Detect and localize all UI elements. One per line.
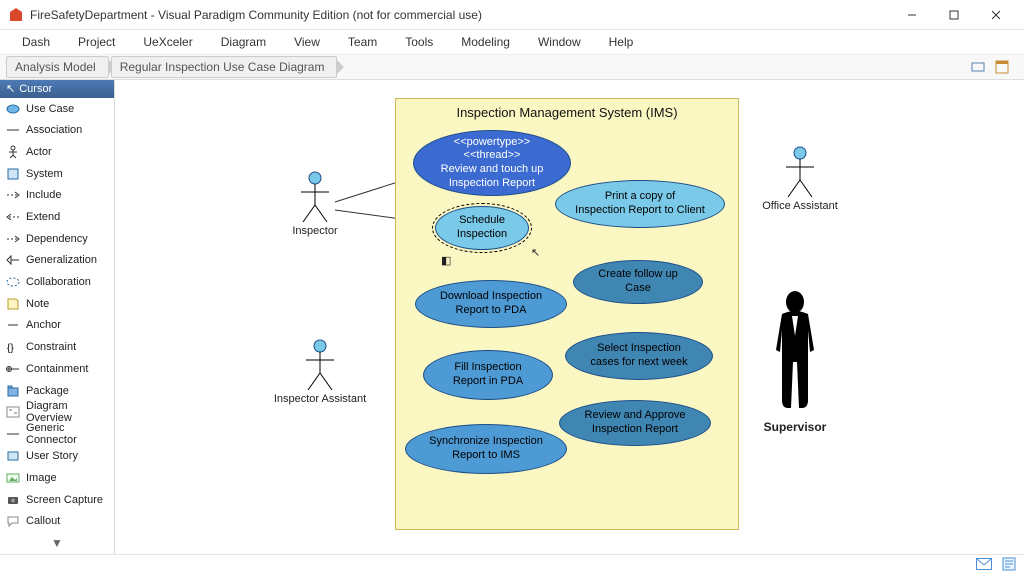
usecase-fill[interactable]: Fill Inspection Report in PDA: [423, 350, 553, 400]
menu-tools[interactable]: Tools: [391, 32, 447, 52]
svg-text:{}: {}: [7, 343, 14, 354]
usecase-sync[interactable]: Synchronize Inspection Report to IMS: [405, 424, 567, 474]
tool-palette: ↖Cursor Use Case Association Actor Syste…: [0, 80, 115, 554]
menu-team[interactable]: Team: [334, 32, 391, 52]
palette-image[interactable]: Image: [0, 467, 114, 489]
breadcrumb-item[interactable]: Analysis Model: [6, 56, 109, 78]
usecase-review-approve[interactable]: Review and Approve Inspection Report: [559, 400, 711, 446]
palette-generic-connector[interactable]: Generic Connector: [0, 423, 114, 445]
palette-system[interactable]: System: [0, 163, 114, 185]
breadcrumb-item[interactable]: Regular Inspection Use Case Diagram: [111, 56, 338, 78]
palette-containment[interactable]: Containment: [0, 358, 114, 380]
breadcrumb: Analysis Model Regular Inspection Use Ca…: [0, 54, 1024, 80]
menu-dash[interactable]: Dash: [8, 32, 64, 52]
menu-bar: Dash Project UeXceler Diagram View Team …: [0, 30, 1024, 54]
title-bar: FireSafetyDepartment - Visual Paradigm C…: [0, 0, 1024, 30]
usecase-create-followup[interactable]: Create follow up Case: [573, 260, 703, 304]
status-bar: [0, 554, 1024, 576]
actor-label: Supervisor: [755, 420, 835, 434]
note-icon[interactable]: [1002, 557, 1016, 574]
usecase-print-copy[interactable]: Print a copy of Inspection Report to Cli…: [555, 180, 725, 228]
palette-header[interactable]: ↖Cursor: [0, 80, 114, 98]
resource-handle-icon[interactable]: ◧: [441, 254, 451, 267]
actor-label: Inspector Assistant: [270, 393, 370, 405]
actor-inspector[interactable]: Inspector: [285, 170, 345, 237]
palette-anchor[interactable]: Anchor: [0, 315, 114, 337]
app-icon: [8, 7, 24, 23]
palette-generalization[interactable]: Generalization: [0, 250, 114, 272]
palette-actor[interactable]: Actor: [0, 141, 114, 163]
menu-diagram[interactable]: Diagram: [207, 32, 280, 52]
palette-package[interactable]: Package: [0, 380, 114, 402]
palette-collapse-icon[interactable]: ▼: [0, 532, 114, 554]
palette-dependency[interactable]: Dependency: [0, 228, 114, 250]
usecase-review-touchup[interactable]: <<powertype>> <<thread>> Review and touc…: [413, 130, 571, 196]
main: ↖Cursor Use Case Association Actor Syste…: [0, 80, 1024, 554]
window-controls: [892, 1, 1016, 29]
actor-label: Inspector: [285, 225, 345, 237]
mail-icon[interactable]: [976, 558, 992, 573]
palette-callout[interactable]: Callout: [0, 510, 114, 532]
menu-window[interactable]: Window: [524, 32, 595, 52]
usecase-download[interactable]: Download Inspection Report to PDA: [415, 280, 567, 328]
palette-user-story[interactable]: User Story: [0, 445, 114, 467]
menu-view[interactable]: View: [280, 32, 334, 52]
resource-handle-icon[interactable]: ↖: [531, 246, 540, 259]
palette-association[interactable]: Association: [0, 119, 114, 141]
minimize-button[interactable]: [892, 1, 932, 29]
palette-screen-capture[interactable]: Screen Capture: [0, 489, 114, 511]
associations-layer: [115, 80, 415, 230]
actor-supervisor[interactable]: Supervisor: [755, 290, 835, 434]
menu-project[interactable]: Project: [64, 32, 129, 52]
system-title: Inspection Management System (IMS): [396, 99, 738, 122]
palette-collaboration[interactable]: Collaboration: [0, 271, 114, 293]
menu-uexceler[interactable]: UeXceler: [129, 32, 206, 52]
diagram-canvas[interactable]: Inspection Management System (IMS) Inspe…: [115, 80, 1024, 554]
toolbar-icon[interactable]: [968, 57, 988, 77]
actor-inspector-assistant[interactable]: Inspector Assistant: [270, 338, 370, 405]
usecase-select-cases[interactable]: Select Inspection cases for next week: [565, 332, 713, 380]
window-title: FireSafetyDepartment - Visual Paradigm C…: [30, 8, 892, 22]
palette-constraint[interactable]: {}Constraint: [0, 336, 114, 358]
palette-extend[interactable]: Extend: [0, 206, 114, 228]
palette-note[interactable]: Note: [0, 293, 114, 315]
menu-help[interactable]: Help: [595, 32, 648, 52]
menu-modeling[interactable]: Modeling: [447, 32, 524, 52]
palette-diagram-overview[interactable]: Diagram Overview: [0, 401, 114, 423]
close-button[interactable]: [976, 1, 1016, 29]
palette-use-case[interactable]: Use Case: [0, 98, 114, 120]
actor-office-assistant[interactable]: Office Assistant: [755, 145, 845, 212]
palette-include[interactable]: Include: [0, 184, 114, 206]
usecase-schedule[interactable]: Schedule Inspection: [435, 206, 529, 250]
actor-label: Office Assistant: [755, 200, 845, 212]
maximize-button[interactable]: [934, 1, 974, 29]
toolbar-icon[interactable]: [992, 57, 1012, 77]
